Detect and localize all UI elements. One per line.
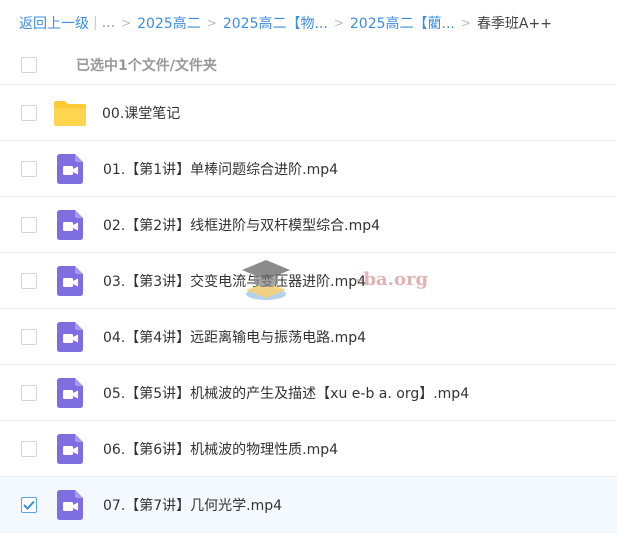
file-row[interactable]: 02.【第2讲】线框进阶与双杆模型综合.mp4 [0,197,617,253]
row-checkbox[interactable] [21,496,37,513]
video-file-icon [57,209,83,240]
chevron-right-icon: > [206,16,217,30]
file-name[interactable]: 04.【第4讲】远距离输电与振荡电路.mp4 [103,327,366,347]
video-file-icon [57,489,83,520]
breadcrumb-item[interactable]: 2025高二【藺... [350,13,455,33]
file-row[interactable]: 04.【第4讲】远距离输电与振荡电路.mp4 [0,309,617,365]
check-icon [23,500,35,510]
video-file-icon [57,433,83,464]
row-checkbox[interactable] [21,160,37,177]
file-list: 00.课堂笔记 01.【第1讲】单棒问题综合进阶.mp4 02.【第2讲】线框进阶与… [0,85,617,533]
row-checkbox[interactable] [21,272,37,289]
breadcrumb-item[interactable]: 2025高二【物... [223,13,328,33]
folder-row[interactable]: 00.课堂笔记 [0,85,617,141]
chevron-right-icon: > [121,16,132,30]
file-name[interactable]: 03.【第3讲】交变电流与变压器进阶.mp4 [103,271,366,291]
breadcrumb-item[interactable]: 2025高二 [137,13,201,33]
row-checkbox[interactable] [21,216,37,233]
breadcrumb: 返回上一级 | ... > 2025高二 > 2025高二【物... > 202… [0,0,617,46]
file-row[interactable]: 03.【第3讲】交变电流与变压器进阶.mp4 [0,253,617,309]
row-checkbox[interactable] [21,328,37,345]
folder-icon [54,100,86,126]
back-link[interactable]: 返回上一级 [19,13,89,33]
breadcrumb-ellipsis[interactable]: ... [102,15,115,31]
file-name[interactable]: 01.【第1讲】单棒问题综合进阶.mp4 [103,159,338,179]
video-file-icon [57,153,83,184]
video-file-icon [57,321,83,352]
file-name[interactable]: 00.课堂笔记 [102,103,180,123]
video-file-icon [57,377,83,408]
file-name[interactable]: 05.【第5讲】机械波的产生及描述【xu e-b a. org】.mp4 [103,383,469,403]
file-row[interactable]: 01.【第1讲】单棒问题综合进阶.mp4 [0,141,617,197]
row-checkbox[interactable] [21,104,37,121]
file-row[interactable]: 07.【第7讲】几何光学.mp4 [0,477,617,533]
chevron-right-icon: > [460,16,471,30]
file-row[interactable]: 05.【第5讲】机械波的产生及描述【xu e-b a. org】.mp4 [0,365,617,421]
video-file-icon [57,265,83,296]
row-checkbox[interactable] [21,440,37,457]
row-checkbox[interactable] [21,384,37,401]
selection-count: 已选中1个文件/文件夹 [76,58,217,74]
chevron-right-icon: > [333,16,344,30]
selection-bar: 已选中1个文件/文件夹 [0,46,617,85]
file-name[interactable]: 02.【第2讲】线框进阶与双杆模型综合.mp4 [103,215,380,235]
select-all-checkbox[interactable] [21,57,37,73]
breadcrumb-divider: | [93,15,98,31]
file-name[interactable]: 06.【第6讲】机械波的物理性质.mp4 [103,439,338,459]
breadcrumb-current: 春季班A++ [476,16,552,32]
file-name[interactable]: 07.【第7讲】几何光学.mp4 [103,495,282,515]
file-row[interactable]: 06.【第6讲】机械波的物理性质.mp4 [0,421,617,477]
